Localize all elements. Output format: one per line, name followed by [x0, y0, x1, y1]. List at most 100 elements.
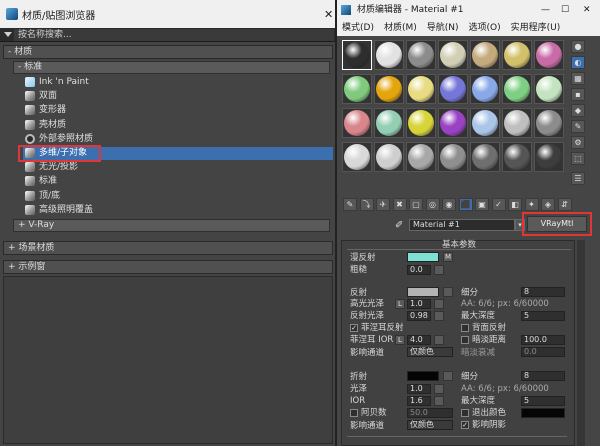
sample-slot[interactable]: [534, 142, 564, 172]
show-map-icon[interactable]: ⬛: [458, 198, 473, 211]
assign-icon[interactable]: ✈: [376, 198, 390, 211]
exit-color-swatch[interactable]: [521, 408, 565, 418]
diffuse-color-swatch[interactable]: [407, 252, 439, 262]
section-sample-slots[interactable]: + 示例窗: [3, 260, 333, 274]
sample-slot[interactable]: [342, 74, 372, 104]
fresnel-ior-field[interactable]: 4.0: [407, 335, 431, 345]
put-library-icon[interactable]: ◎: [425, 198, 440, 211]
reflect-subdiv-field[interactable]: 8: [521, 287, 565, 297]
reset-icon[interactable]: ⇵: [557, 198, 572, 211]
refract-map-button[interactable]: [443, 371, 453, 381]
material-list-item[interactable]: 无光/投影: [23, 161, 333, 174]
roughness-map-button[interactable]: [434, 265, 444, 275]
sample-slot[interactable]: [502, 108, 532, 138]
hilight-gloss-field[interactable]: 1.0: [407, 299, 431, 309]
sample-slot[interactable]: [406, 142, 436, 172]
close-icon[interactable]: ✕: [324, 8, 333, 21]
sample-slot[interactable]: [438, 40, 468, 70]
material-list-item[interactable]: 高级照明覆盖: [23, 204, 333, 217]
fresnel-ior-map-button[interactable]: [434, 335, 444, 345]
sample-slot[interactable]: [502, 40, 532, 70]
pick-icon[interactable]: ✦: [524, 198, 539, 211]
make-preview-icon[interactable]: ✎: [571, 120, 585, 133]
affect-shadow-checkbox[interactable]: ✓: [461, 421, 469, 429]
material-list-item[interactable]: 外部参照材质: [23, 133, 333, 146]
subsection-standard[interactable]: - 标准: [13, 61, 330, 74]
sample-slot[interactable]: [502, 142, 532, 172]
eyedropper-icon[interactable]: ✐: [395, 220, 403, 231]
search-input[interactable]: 按名称搜索...: [14, 29, 334, 41]
material-list-item[interactable]: 标准: [23, 175, 333, 188]
sample-slot[interactable]: [374, 142, 404, 172]
dim-distance-field[interactable]: 100.0: [521, 335, 565, 345]
glossiness-field[interactable]: 1.0: [407, 384, 431, 394]
sample-slot[interactable]: [342, 40, 372, 70]
material-list-item[interactable]: 顶/底: [23, 190, 333, 203]
video-color-icon[interactable]: ◆: [571, 104, 585, 117]
sample-slot[interactable]: [534, 108, 564, 138]
dim-distance-checkbox[interactable]: [461, 336, 469, 344]
menu-material[interactable]: 材质(M): [379, 20, 422, 36]
material-list-item[interactable]: 变形器: [23, 104, 333, 117]
show-end-result-icon[interactable]: ▣: [475, 198, 489, 211]
background-icon[interactable]: ▦: [571, 72, 585, 85]
hilight-lock-button[interactable]: L: [395, 299, 405, 309]
affect-channel2-select[interactable]: 仅颜色: [407, 420, 453, 430]
sample-slot[interactable]: [470, 40, 500, 70]
copy-icon[interactable]: ◈: [541, 198, 555, 211]
sample-slot[interactable]: [374, 74, 404, 104]
roughness-field[interactable]: 0.0: [407, 265, 431, 275]
fresnel-checkbox[interactable]: ✓: [350, 324, 358, 332]
close-icon[interactable]: ✕: [583, 0, 591, 20]
glossiness-map-button[interactable]: [434, 384, 444, 394]
uv-tiling-icon[interactable]: ▪: [571, 88, 585, 101]
refract-color-swatch[interactable]: [407, 371, 439, 381]
sample-slot[interactable]: [470, 142, 500, 172]
options-icon[interactable]: ⚙: [571, 136, 585, 149]
go-sibling-icon[interactable]: ◧: [508, 198, 522, 211]
sample-slot[interactable]: [470, 108, 500, 138]
menu-options[interactable]: 选项(O): [464, 20, 506, 36]
section-materials[interactable]: - 材质: [3, 45, 333, 59]
make-unique-icon[interactable]: ▢: [409, 198, 423, 211]
sample-slot[interactable]: [470, 74, 500, 104]
exit-color-checkbox[interactable]: [461, 409, 469, 417]
refract-subdiv-field[interactable]: 8: [521, 371, 565, 381]
options-triangle-icon[interactable]: [4, 32, 12, 37]
reflect-max-depth-field[interactable]: 5: [521, 311, 565, 321]
get-material-icon[interactable]: ✎: [343, 198, 357, 211]
material-list-item[interactable]: 壳材质: [23, 119, 333, 132]
sample-slot[interactable]: [342, 108, 372, 138]
menu-navigation[interactable]: 导航(N): [422, 20, 464, 36]
ior-field[interactable]: 1.6: [407, 396, 431, 406]
menu-utilities[interactable]: 实用程序(U): [506, 20, 566, 36]
sample-type-icon[interactable]: ●: [571, 40, 585, 53]
select-by-material-icon[interactable]: ⬚: [571, 152, 585, 165]
ior-map-button[interactable]: [434, 396, 444, 406]
affect-channel-select[interactable]: 仅颜色: [407, 347, 453, 357]
subsection-vray[interactable]: + V-Ray: [13, 219, 330, 232]
params-scrollbar[interactable]: [577, 240, 585, 446]
section-scene-materials[interactable]: + 场景材质: [3, 241, 333, 255]
refract-max-depth-field[interactable]: 5: [521, 396, 565, 406]
sample-slot[interactable]: [374, 108, 404, 138]
abbe-field[interactable]: 50.0: [407, 408, 453, 418]
back-reflect-checkbox[interactable]: [461, 324, 469, 332]
fresnel-ior-lock-button[interactable]: L: [395, 335, 405, 345]
material-navigator-icon[interactable]: ☰: [571, 172, 585, 185]
put-to-scene-icon[interactable]: ⤵: [359, 198, 374, 211]
diffuse-map-button[interactable]: M: [443, 252, 453, 262]
refl-gloss-map-button[interactable]: [434, 311, 444, 321]
sample-slot[interactable]: [534, 74, 564, 104]
sample-slot[interactable]: [342, 142, 372, 172]
reflect-color-swatch[interactable]: [407, 287, 439, 297]
minimize-icon[interactable]: —: [541, 0, 550, 20]
sample-slot[interactable]: [534, 40, 564, 70]
backlight-icon[interactable]: ◐: [571, 56, 585, 69]
sample-slot[interactable]: [374, 40, 404, 70]
maximize-icon[interactable]: ☐: [561, 0, 569, 20]
sample-slot[interactable]: [406, 40, 436, 70]
sample-slot[interactable]: [438, 142, 468, 172]
sample-slot[interactable]: [406, 74, 436, 104]
menu-mode[interactable]: 模式(D): [337, 20, 379, 36]
